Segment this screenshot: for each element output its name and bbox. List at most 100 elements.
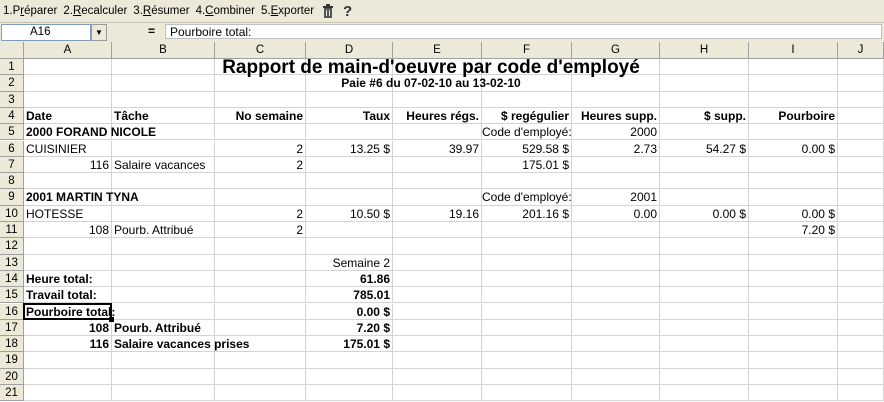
cell-h9[interactable] bbox=[660, 189, 749, 206]
cell-j6[interactable] bbox=[838, 140, 884, 157]
cell-i15[interactable] bbox=[749, 287, 838, 304]
cell-h20[interactable] bbox=[660, 368, 749, 385]
cell-b3[interactable] bbox=[112, 91, 215, 108]
cell-c3[interactable] bbox=[215, 91, 306, 108]
cell-i21[interactable] bbox=[749, 385, 838, 402]
help-icon[interactable]: ? bbox=[339, 2, 357, 20]
cell-g13[interactable] bbox=[572, 254, 660, 271]
select-all-corner[interactable] bbox=[0, 42, 24, 59]
row-header-6[interactable]: 6 bbox=[0, 140, 24, 157]
cell-j1[interactable] bbox=[838, 59, 884, 76]
cell-i13[interactable] bbox=[749, 254, 838, 271]
row-header-8[interactable]: 8 bbox=[0, 173, 24, 190]
cell-i18[interactable] bbox=[749, 336, 838, 353]
cell-d11[interactable] bbox=[306, 222, 393, 239]
formula-input[interactable]: Pourboire total: bbox=[165, 24, 882, 39]
cell-e21[interactable] bbox=[393, 385, 482, 402]
cell-g8[interactable] bbox=[572, 173, 660, 190]
cell-g12[interactable] bbox=[572, 238, 660, 255]
cell-e5[interactable] bbox=[393, 124, 482, 141]
cell-g15[interactable] bbox=[572, 287, 660, 304]
cell-e7[interactable] bbox=[393, 156, 482, 174]
row-header-3[interactable]: 3 bbox=[0, 91, 24, 108]
cell-f8[interactable] bbox=[482, 173, 572, 190]
cell-f3[interactable] bbox=[482, 91, 572, 108]
cell-b14[interactable] bbox=[112, 270, 215, 288]
cell-b19[interactable] bbox=[112, 352, 215, 369]
cell-j3[interactable] bbox=[838, 91, 884, 108]
fill-handle[interactable] bbox=[109, 316, 114, 322]
column-header-i[interactable]: I bbox=[749, 42, 838, 59]
cell-j18[interactable] bbox=[838, 336, 884, 353]
trash-icon[interactable] bbox=[319, 2, 337, 20]
toolbar-menu-item[interactable]: 5.Exporter bbox=[258, 5, 317, 17]
cell-c16[interactable] bbox=[215, 303, 306, 320]
cell-j20[interactable] bbox=[838, 368, 884, 385]
cell-i12[interactable] bbox=[749, 238, 838, 255]
cell-g21[interactable] bbox=[572, 385, 660, 402]
cell-d19[interactable] bbox=[306, 352, 393, 369]
cell-i14[interactable] bbox=[749, 270, 838, 288]
row-header-4[interactable]: 4 bbox=[0, 107, 24, 125]
row-header-9[interactable]: 9 bbox=[0, 189, 24, 206]
cell-b15[interactable] bbox=[112, 287, 215, 304]
cell-e12[interactable] bbox=[393, 238, 482, 255]
cell-i17[interactable] bbox=[749, 319, 838, 337]
column-header-h[interactable]: H bbox=[660, 42, 749, 59]
row-header-20[interactable]: 20 bbox=[0, 368, 24, 385]
toolbar-menu-item[interactable]: 4.Combiner bbox=[193, 5, 258, 17]
cell-e19[interactable] bbox=[393, 352, 482, 369]
cell-d21[interactable] bbox=[306, 385, 393, 402]
row-header-17[interactable]: 17 bbox=[0, 319, 24, 337]
cell-h15[interactable] bbox=[660, 287, 749, 304]
row-header-16[interactable]: 16 bbox=[0, 303, 24, 320]
cell-i5[interactable] bbox=[749, 124, 838, 141]
cell-g14[interactable] bbox=[572, 270, 660, 288]
cell-f14[interactable] bbox=[482, 270, 572, 288]
cell-h21[interactable] bbox=[660, 385, 749, 402]
cell-d8[interactable] bbox=[306, 173, 393, 190]
cell-d20[interactable] bbox=[306, 368, 393, 385]
cell-e15[interactable] bbox=[393, 287, 482, 304]
cell-f19[interactable] bbox=[482, 352, 572, 369]
cell-d9[interactable] bbox=[306, 189, 393, 206]
cell-b21[interactable] bbox=[112, 385, 215, 402]
cell-c15[interactable] bbox=[215, 287, 306, 304]
column-header-j[interactable]: J bbox=[838, 42, 884, 59]
cell-c13[interactable] bbox=[215, 254, 306, 271]
row-header-7[interactable]: 7 bbox=[0, 156, 24, 174]
cell-h3[interactable] bbox=[660, 91, 749, 108]
row-header-14[interactable]: 14 bbox=[0, 270, 24, 288]
cell-j9[interactable] bbox=[838, 189, 884, 206]
cell-b13[interactable] bbox=[112, 254, 215, 271]
cell-i8[interactable] bbox=[749, 173, 838, 190]
cell-g20[interactable] bbox=[572, 368, 660, 385]
cell-h16[interactable] bbox=[660, 303, 749, 320]
cell-g18[interactable] bbox=[572, 336, 660, 353]
cell-f20[interactable] bbox=[482, 368, 572, 385]
cell-f15[interactable] bbox=[482, 287, 572, 304]
row-header-11[interactable]: 11 bbox=[0, 222, 24, 239]
cell-a19[interactable] bbox=[24, 352, 112, 369]
cell-c5[interactable] bbox=[215, 124, 306, 141]
cell-d7[interactable] bbox=[306, 156, 393, 174]
cell-h14[interactable] bbox=[660, 270, 749, 288]
cell-h11[interactable] bbox=[660, 222, 749, 239]
cell-j10[interactable] bbox=[838, 205, 884, 222]
cell-a13[interactable] bbox=[24, 254, 112, 271]
cell-a3[interactable] bbox=[24, 91, 112, 108]
cell-b10[interactable] bbox=[112, 205, 215, 222]
cell-j15[interactable] bbox=[838, 287, 884, 304]
cell-j21[interactable] bbox=[838, 385, 884, 402]
name-box[interactable]: A16 bbox=[1, 24, 91, 41]
cell-c17[interactable] bbox=[215, 319, 306, 337]
cell-g16[interactable] bbox=[572, 303, 660, 320]
cell-b20[interactable] bbox=[112, 368, 215, 385]
cell-a21[interactable] bbox=[24, 385, 112, 402]
cell-c9[interactable] bbox=[215, 189, 306, 206]
cell-h5[interactable] bbox=[660, 124, 749, 141]
column-header-b[interactable]: B bbox=[112, 42, 215, 59]
cell-e20[interactable] bbox=[393, 368, 482, 385]
cell-j16[interactable] bbox=[838, 303, 884, 320]
cell-h8[interactable] bbox=[660, 173, 749, 190]
